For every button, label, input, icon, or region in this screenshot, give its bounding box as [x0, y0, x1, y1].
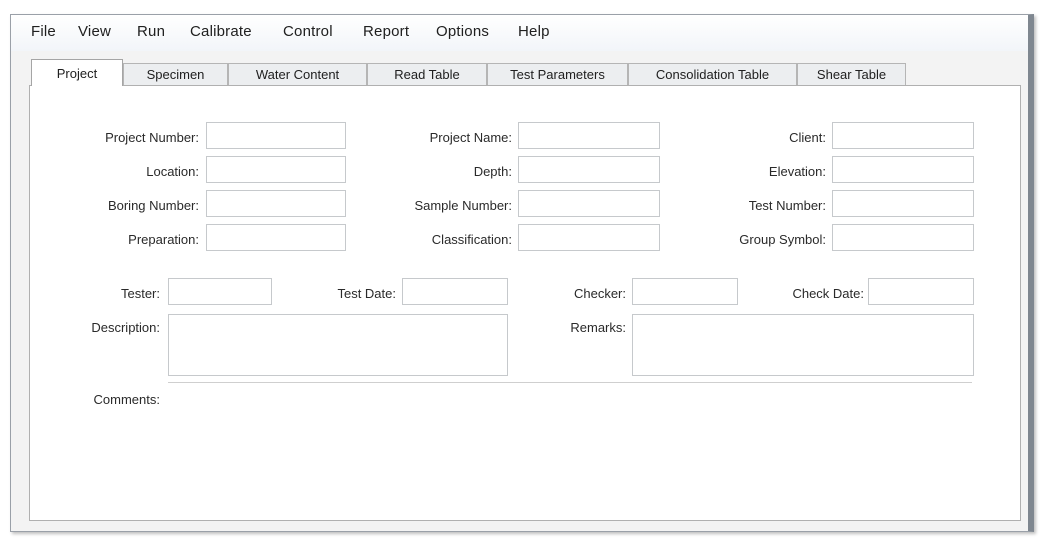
remarks-field[interactable] — [632, 314, 974, 376]
test-date-label: Test Date: — [337, 286, 396, 301]
sample-number-label: Sample Number: — [414, 198, 512, 213]
boring-number-field[interactable] — [206, 190, 346, 217]
classification-field[interactable] — [518, 224, 660, 251]
project-tab-panel: Project Number: Project Name: Client: Lo… — [29, 85, 1021, 521]
checker-label: Checker: — [573, 286, 626, 301]
boring-number-label: Boring Number: — [107, 198, 199, 213]
client-label: Client: — [789, 130, 826, 145]
app-window: File View Run Calibrate Control Report O… — [10, 14, 1034, 532]
tab-shear-table[interactable]: Shear Table — [797, 63, 906, 85]
tab-project[interactable]: Project — [31, 59, 123, 86]
tester-field[interactable] — [168, 278, 272, 305]
menu-help[interactable]: Help — [518, 23, 550, 40]
group-symbol-field[interactable] — [832, 224, 974, 251]
location-label: Location: — [146, 164, 199, 179]
tab-read-table[interactable]: Read Table — [367, 63, 487, 85]
elevation-label: Elevation: — [768, 164, 826, 179]
check-date-field[interactable] — [868, 278, 974, 305]
location-field[interactable] — [206, 156, 346, 183]
tab-specimen[interactable]: Specimen — [123, 63, 228, 85]
elevation-field[interactable] — [832, 156, 974, 183]
tester-label: Tester: — [120, 286, 160, 301]
client-field[interactable] — [832, 122, 974, 149]
menu-options[interactable]: Options — [436, 23, 489, 40]
description-label: Description: — [91, 320, 160, 335]
menu-view[interactable]: View — [78, 23, 111, 40]
test-date-field[interactable] — [402, 278, 508, 305]
group-symbol-label: Group Symbol: — [739, 232, 826, 247]
menu-control[interactable]: Control — [283, 23, 333, 40]
tab-consolidation-table[interactable]: Consolidation Table — [628, 63, 797, 85]
project-number-field[interactable] — [206, 122, 346, 149]
preparation-field[interactable] — [206, 224, 346, 251]
project-number-label: Project Number: — [105, 130, 199, 145]
menu-bar: File View Run Calibrate Control Report O… — [11, 15, 1028, 51]
menu-file[interactable]: File — [31, 23, 56, 40]
tab-water-content[interactable]: Water Content — [228, 63, 367, 85]
depth-field[interactable] — [518, 156, 660, 183]
preparation-label: Preparation: — [128, 232, 199, 247]
comments-label: Comments: — [93, 392, 160, 407]
test-number-label: Test Number: — [748, 198, 826, 213]
tab-test-parameters[interactable]: Test Parameters — [487, 63, 628, 85]
check-date-label: Check Date: — [792, 286, 864, 301]
comments-field[interactable] — [168, 382, 972, 383]
classification-label: Classification: — [431, 232, 512, 247]
sample-number-field[interactable] — [518, 190, 660, 217]
checker-field[interactable] — [632, 278, 738, 305]
menu-report[interactable]: Report — [363, 23, 409, 40]
remarks-label: Remarks: — [570, 320, 626, 335]
menu-calibrate[interactable]: Calibrate — [190, 23, 252, 40]
depth-label: Depth: — [473, 164, 512, 179]
description-field[interactable] — [168, 314, 508, 376]
project-name-label: Project Name: — [429, 130, 512, 145]
test-number-field[interactable] — [832, 190, 974, 217]
menu-run[interactable]: Run — [137, 23, 165, 40]
project-name-field[interactable] — [518, 122, 660, 149]
